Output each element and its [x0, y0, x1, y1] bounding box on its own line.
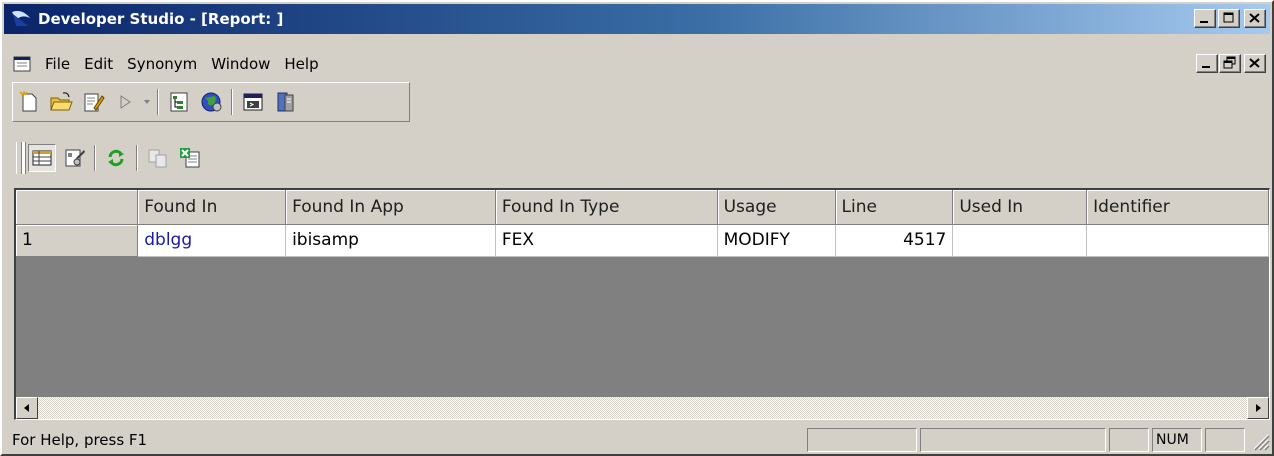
toolbar-grip[interactable] — [16, 142, 22, 174]
status-pane — [1109, 428, 1149, 452]
menu-window[interactable]: Window — [204, 55, 277, 73]
minimize-icon — [1200, 21, 1208, 23]
open-folder-icon — [50, 92, 73, 111]
refresh-icon — [108, 149, 124, 167]
menu-bar: File Edit Synonym Window Help — [4, 50, 1270, 78]
new-button[interactable] — [15, 88, 43, 116]
title-bar[interactable]: Developer Studio - [Report: ] — [4, 4, 1270, 34]
status-pane — [920, 428, 1106, 452]
report-toolbar — [12, 138, 268, 178]
minimize-icon — [1202, 66, 1210, 68]
window-title: Developer Studio - [Report: ] — [38, 10, 284, 28]
table-header-row: Found In Found In App Found In Type Usag… — [16, 190, 1269, 225]
open-button[interactable] — [47, 88, 75, 116]
toolbar-separator — [231, 89, 233, 115]
edit-document-icon — [84, 93, 105, 112]
copy-disabled-icon — [148, 149, 167, 168]
window-controls — [1194, 9, 1266, 28]
maximize-icon — [1223, 12, 1234, 23]
close-icon — [1249, 13, 1260, 23]
edit-button[interactable] — [79, 88, 107, 116]
column-header-found-in-type[interactable]: Found In Type — [495, 190, 718, 225]
copy-button[interactable] — [144, 144, 172, 172]
refresh-button[interactable] — [102, 144, 130, 172]
scroll-left-button[interactable] — [16, 397, 38, 419]
horizontal-scrollbar[interactable] — [16, 397, 1269, 419]
arrow-left-icon — [24, 404, 29, 412]
column-header-used-in[interactable]: Used In — [952, 190, 1088, 225]
document-window-controls — [1196, 54, 1266, 73]
document-close-button[interactable] — [1244, 54, 1266, 73]
tree-view-button[interactable] — [165, 88, 193, 116]
scroll-right-button[interactable] — [1247, 397, 1269, 419]
properties-button[interactable] — [60, 144, 88, 172]
document-restore-button[interactable] — [1219, 54, 1241, 73]
export-excel-button[interactable] — [176, 144, 204, 172]
cell-found-in-type[interactable]: FEX — [495, 224, 718, 257]
document-minimize-button[interactable] — [1196, 54, 1218, 73]
column-header-found-in-app[interactable]: Found In App — [285, 190, 496, 225]
maximize-button[interactable] — [1218, 9, 1240, 28]
globe-icon — [201, 92, 222, 112]
app-window: Developer Studio - [Report: ] File Edit … — [0, 0, 1274, 456]
developer-studio-logo-icon — [12, 10, 30, 26]
corner-header[interactable] — [16, 190, 139, 225]
console-window-icon — [243, 93, 263, 111]
server-icon — [277, 92, 294, 112]
table-row[interactable]: 1 dblgg ibisamp FEX MODIFY 4517 — [16, 224, 1269, 257]
server-button[interactable] — [271, 88, 299, 116]
status-pane — [807, 428, 917, 452]
tree-view-icon — [170, 92, 188, 112]
toolbar-separator — [157, 89, 159, 115]
close-icon — [1249, 58, 1260, 68]
results-table: Found In Found In App Found In Type Usag… — [16, 190, 1269, 257]
grid-view-icon — [32, 150, 52, 166]
toolbar-separator — [136, 145, 138, 171]
column-header-line[interactable]: Line — [835, 190, 954, 225]
cell-used-in[interactable] — [952, 224, 1088, 257]
status-bar: For Help, press F1 NUM — [4, 426, 1270, 454]
column-header-usage[interactable]: Usage — [717, 190, 836, 225]
scroll-track[interactable] — [38, 397, 1247, 419]
run-icon — [120, 95, 131, 109]
close-button[interactable] — [1244, 9, 1266, 28]
menu-help[interactable]: Help — [277, 55, 325, 73]
minimize-button[interactable] — [1194, 9, 1216, 28]
status-help-text: For Help, press F1 — [12, 431, 148, 449]
cell-line[interactable]: 4517 — [835, 224, 954, 257]
properties-icon — [65, 149, 85, 167]
cell-found-in-app[interactable]: ibisamp — [285, 224, 496, 257]
menu-synonym[interactable]: Synonym — [120, 55, 204, 73]
menu-file[interactable]: File — [38, 55, 77, 73]
web-button[interactable] — [197, 88, 225, 116]
cell-usage[interactable]: MODIFY — [717, 224, 836, 257]
document-window-icon[interactable] — [12, 54, 34, 74]
status-pane — [1205, 428, 1245, 452]
row-number[interactable]: 1 — [16, 224, 139, 257]
grid-view-button[interactable] — [28, 144, 56, 172]
column-header-found-in[interactable]: Found In — [137, 190, 287, 225]
console-button[interactable] — [239, 88, 267, 116]
menu-edit[interactable]: Edit — [77, 55, 120, 73]
chevron-down-icon — [144, 100, 150, 104]
cell-found-in[interactable]: dblgg — [137, 224, 287, 257]
resize-grip-icon[interactable] — [1248, 429, 1270, 451]
run-dropdown-button[interactable] — [141, 88, 153, 116]
run-button[interactable] — [111, 88, 139, 116]
cell-identifier[interactable] — [1086, 224, 1269, 257]
new-document-icon — [19, 91, 37, 112]
main-toolbar — [12, 82, 410, 122]
report-grid: Found In Found In App Found In Type Usag… — [14, 188, 1270, 420]
toolbar-separator — [94, 145, 96, 171]
num-lock-indicator: NUM — [1152, 428, 1202, 452]
restore-icon — [1223, 56, 1236, 69]
arrow-right-icon — [1256, 404, 1261, 412]
column-header-identifier[interactable]: Identifier — [1086, 190, 1269, 225]
export-excel-icon — [180, 148, 200, 168]
